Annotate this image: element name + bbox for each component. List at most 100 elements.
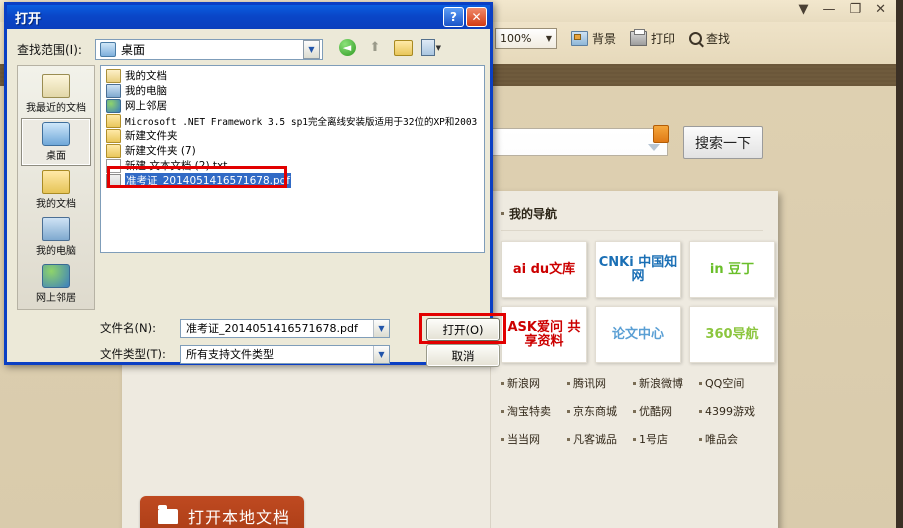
folder-docs-icon [106, 68, 121, 83]
window-controls: ▼ — ❐ ✕ [798, 2, 886, 18]
filetype-select[interactable]: 所有支持文件类型 ▼ [180, 344, 390, 364]
nav-link-label: 唯品会 [705, 433, 738, 446]
search-icon [689, 32, 703, 45]
cancel-button[interactable]: 取消 [426, 344, 500, 367]
dialog-toolbar: ◄ ⬆ ▼ [337, 38, 441, 57]
nav-link[interactable]: 淘宝特卖 [501, 403, 567, 419]
chevron-down-icon[interactable]: ▼ [373, 345, 389, 363]
nav-link[interactable]: 腾讯网 [567, 375, 633, 391]
file-list-item[interactable]: 新建文件夹 [103, 128, 484, 143]
logo-tile-baidu-wenku[interactable]: ai du文库 [501, 241, 587, 298]
nav-link[interactable]: 1号店 [633, 431, 699, 447]
navigation-link-grid: 新浪网 腾讯网 新浪微博 QQ空间淘宝特卖 京东商城 优酷网 4399游戏当当网 凡客诚品 1号… [501, 375, 778, 447]
nav-link-label: 优酷网 [639, 405, 672, 418]
new-folder-icon[interactable] [393, 38, 413, 57]
close-icon[interactable]: ✕ [875, 2, 886, 18]
print-icon [630, 29, 648, 46]
help-button[interactable]: ? [443, 7, 464, 27]
views-icon[interactable]: ▼ [421, 38, 441, 57]
place-item-label: 我的文档 [36, 199, 76, 210]
nav-link[interactable]: 唯品会 [699, 431, 765, 447]
nav-link[interactable]: 新浪微博 [633, 375, 699, 391]
chevron-down-icon[interactable]: ▼ [373, 319, 389, 337]
nav-link[interactable]: 新浪网 [501, 375, 567, 391]
logo-label: CNKi 中国知网 [598, 254, 678, 284]
nav-link-label: 京东商城 [573, 405, 617, 418]
logo-tile-ask-sina[interactable]: ASK爱问 共享资料 [501, 306, 587, 363]
folder-icon [106, 143, 121, 158]
place-item-my-computer[interactable]: 我的电脑 [21, 214, 91, 260]
logo-tile-360-daohang[interactable]: 360导航 [689, 306, 775, 363]
look-in-value: 桌面 [121, 42, 146, 57]
minimize-icon[interactable]: — [822, 2, 835, 18]
bullet-icon [633, 381, 636, 385]
file-name: 新建文件夹 [125, 130, 178, 142]
logo-label: in 豆丁 [709, 261, 755, 277]
file-list[interactable]: 我的文档 我的电脑 网上邻居 Microsoft .NET Framework 3.5… [100, 65, 485, 253]
open-local-document-label: 打开本地文档 [188, 508, 291, 527]
my-navigation-title: 我的导航 [509, 207, 558, 221]
filename-input[interactable]: 准考证_2014051416571678.pdf ▼ [180, 318, 390, 338]
toolbar-button-find[interactable]: 查找 [689, 30, 730, 47]
look-in-combobox[interactable]: 桌面 ▼ [95, 38, 323, 60]
back-icon[interactable]: ◄ [337, 38, 357, 57]
open-local-document-button[interactable]: 打开本地文档 [140, 496, 304, 528]
nav-link[interactable]: 当当网 [501, 431, 567, 447]
toolbar-button-print[interactable]: 打印 [630, 29, 675, 47]
up-one-level-icon[interactable]: ⬆ [365, 38, 385, 57]
search-button[interactable]: 搜索一下 [683, 126, 763, 159]
file-list-item[interactable]: Microsoft .NET Framework 3.5 sp1完全离线安装版适… [103, 113, 484, 128]
search-engine-badge-icon[interactable] [653, 125, 669, 143]
bullet-icon [699, 409, 702, 413]
nav-link-label: 当当网 [507, 433, 540, 446]
nav-link-label: 淘宝特卖 [507, 405, 551, 418]
dialog-title: 打开 [15, 11, 42, 27]
zoom-level-select[interactable]: 100% ▼ [495, 28, 557, 49]
file-name: Microsoft .NET Framework 3.5 sp1完全离线安装版适… [125, 116, 478, 128]
bullet-icon [699, 437, 702, 441]
nav-link[interactable]: 凡客诚品 [567, 431, 633, 447]
bullet-icon [501, 212, 504, 215]
place-item-recent-documents[interactable]: 我最近的文档 [21, 71, 91, 117]
logo-tile-lunwen-zhongxin[interactable]: 论文中心 [595, 306, 681, 363]
desktop-icon [100, 41, 116, 57]
dropdown-arrow-icon[interactable]: ▼ [798, 2, 808, 18]
toolbar-label-background: 背景 [592, 32, 617, 46]
file-list-item[interactable]: 我的电脑 [103, 83, 484, 98]
file-list-item[interactable]: 网上邻居 [103, 98, 484, 113]
place-item-network-places[interactable]: 网上邻居 [21, 261, 91, 307]
desktop-icon [42, 122, 70, 146]
nav-link[interactable]: 京东商城 [567, 403, 633, 419]
nav-link[interactable]: QQ空间 [699, 375, 765, 391]
logo-tile-cnki[interactable]: CNKi 中国知网 [595, 241, 681, 298]
place-item-desktop[interactable]: 桌面 [21, 118, 91, 166]
recent-documents-icon [42, 74, 70, 98]
nav-link-label: 新浪网 [507, 377, 540, 390]
nav-link[interactable]: 优酷网 [633, 403, 699, 419]
place-item-my-documents[interactable]: 我的文档 [21, 167, 91, 213]
filename-value: 准考证_2014051416571678.pdf [186, 322, 358, 335]
restore-icon[interactable]: ❐ [849, 2, 861, 18]
place-item-label: 我最近的文档 [26, 103, 86, 114]
logo-label: ASK爱问 共享资料 [507, 319, 581, 349]
window-right-border [896, 0, 903, 528]
folder-icon [106, 113, 121, 128]
nav-link[interactable]: 4399游戏 [699, 403, 765, 419]
chevron-down-icon[interactable] [648, 144, 660, 151]
chevron-down-icon[interactable]: ▼ [303, 39, 320, 59]
nav-link-label: 4399游戏 [705, 405, 755, 418]
place-item-label: 我的电脑 [36, 246, 76, 257]
dialog-titlebar: 打开 ? ✕ [7, 5, 490, 29]
zoom-level-value: 100% [500, 32, 532, 45]
close-button[interactable]: ✕ [466, 7, 487, 27]
logo-tile-docin[interactable]: in 豆丁 [689, 241, 775, 298]
toolbar-button-background[interactable]: 背景 [571, 30, 616, 47]
file-list-item[interactable]: 新建文件夹 (7) [103, 143, 484, 158]
background-icon [571, 31, 588, 46]
file-list-item[interactable]: 我的文档 [103, 68, 484, 83]
nav-link-label: 腾讯网 [573, 377, 606, 390]
look-in-label: 查找范围(I): [17, 42, 82, 57]
my-documents-icon [42, 170, 70, 194]
bullet-icon [501, 409, 504, 413]
bullet-icon [567, 409, 570, 413]
